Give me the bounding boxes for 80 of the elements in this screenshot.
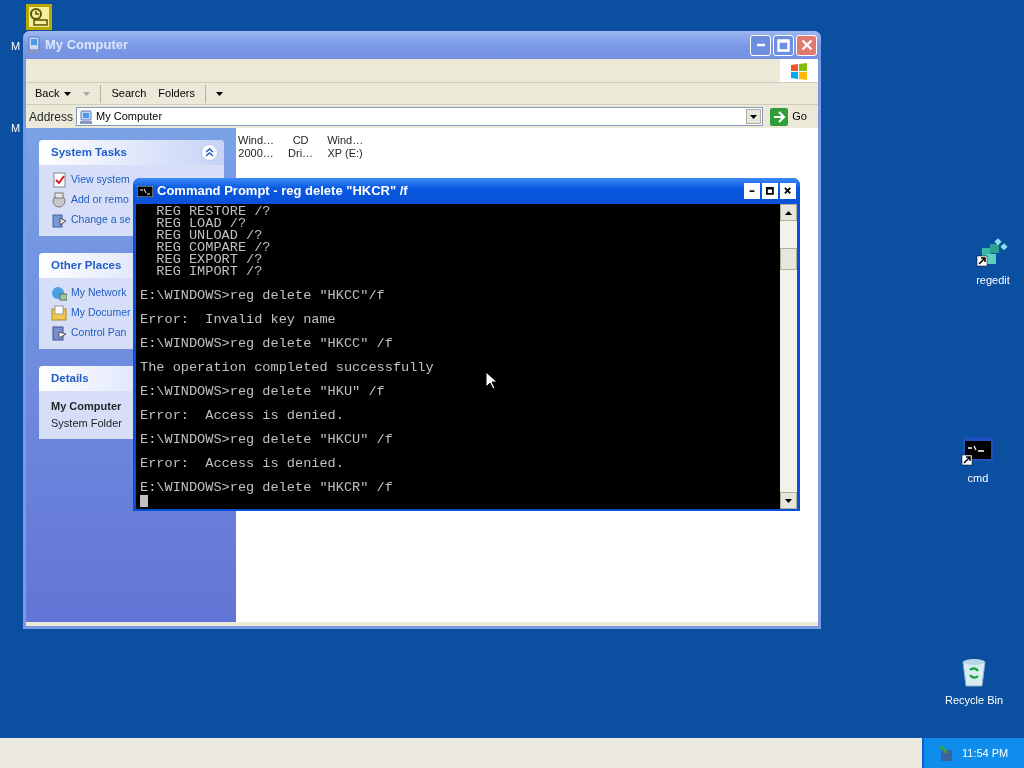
- disc-icon: [51, 192, 67, 208]
- caret-icon: [83, 91, 91, 96]
- console-icon[interactable]: [961, 434, 995, 466]
- network-icon: [51, 285, 67, 301]
- scroll-up-button[interactable]: [780, 204, 797, 221]
- computer-icon: [79, 109, 94, 124]
- console-line: Error: Access is denied.: [140, 458, 344, 470]
- console-line: Error: Invalid key name: [140, 314, 336, 326]
- console-line: REG EXPORT /?: [155, 254, 263, 266]
- pointer-icon: [485, 371, 497, 390]
- down-arrow-icon: [785, 498, 792, 503]
- console-line: REG COMPARE /?: [155, 242, 271, 254]
- icon-label[interactable]: cmd: [967, 470, 989, 487]
- console-line: REG UNLOAD /?: [155, 230, 263, 242]
- window-title: Command Prompt - reg delete "HKCR" /f: [157, 182, 409, 201]
- drive-label[interactable]: Wind… XP (E:): [327, 134, 364, 160]
- scroll-thumb[interactable]: [780, 248, 797, 270]
- minimize-button[interactable]: [744, 183, 760, 199]
- minimize-icon: [755, 43, 766, 47]
- caret-icon: [216, 91, 223, 96]
- task-link[interactable]: Change a se: [51, 212, 131, 228]
- panel-title: System Tasks: [51, 144, 127, 160]
- console-line: The operation completed successfully: [140, 362, 434, 374]
- go-button[interactable]: Go: [766, 107, 815, 126]
- console-icon: [137, 185, 153, 197]
- address-field[interactable]: My Computer: [76, 107, 764, 126]
- console-line: REG LOAD /?: [155, 218, 247, 230]
- arrow-icon: [770, 107, 789, 126]
- chevron-icon: [205, 148, 214, 157]
- console-line: REG IMPORT /?: [155, 266, 263, 278]
- dropdown-button[interactable]: [746, 109, 762, 124]
- computer-icon: [27, 36, 41, 54]
- panel-title: Other Places: [51, 257, 122, 273]
- clock-icon[interactable]: [26, 4, 52, 30]
- document-check-icon: [51, 172, 67, 188]
- toolbar-button[interactable]: Folders: [153, 83, 200, 104]
- icon-label: M: [11, 121, 21, 136]
- scroll-down-button[interactable]: [780, 492, 797, 509]
- maximize-icon: [766, 187, 774, 195]
- console-line: E:\WINDOWS>reg delete "HKCR" /f: [140, 482, 393, 494]
- console-line: Error: Access is denied.: [140, 410, 344, 422]
- caret-icon: [750, 114, 758, 119]
- windows-logo-icon: [789, 61, 809, 80]
- task-link[interactable]: Control Pan: [51, 325, 127, 341]
- console-line: REG RESTORE /?: [155, 206, 271, 218]
- panel-icon: [51, 212, 67, 228]
- address-label: Address: [29, 108, 74, 126]
- caret-icon: [64, 91, 72, 96]
- drive-label[interactable]: CD Dri…: [288, 134, 314, 160]
- icon-label: M: [11, 39, 21, 54]
- detail-type: System Folder: [51, 415, 122, 431]
- maximize-icon: [777, 38, 790, 52]
- detail-name: My Computer: [51, 399, 122, 414]
- up-arrow-icon: [785, 210, 792, 215]
- minimize-icon: [749, 189, 755, 193]
- close-icon: [784, 187, 792, 195]
- close-button[interactable]: [780, 183, 796, 199]
- clock: 11:54 PM: [962, 745, 1009, 761]
- scrollbar[interactable]: [780, 204, 797, 509]
- icon-label[interactable]: regedit: [976, 272, 1010, 289]
- panel-title: Details: [51, 370, 89, 386]
- console-line: E:\WINDOWS>reg delete "HKCC"/f: [140, 290, 385, 302]
- collapse-button[interactable]: [201, 144, 218, 161]
- console-line: E:\WINDOWS>reg delete "HKCU" /f: [140, 434, 393, 446]
- drive-label[interactable]: Wind… 2000…: [238, 134, 275, 160]
- control-panel-icon: [51, 325, 67, 341]
- console-line: E:\WINDOWS>reg delete "HKCC" /f: [140, 338, 393, 350]
- console-line: E:\WINDOWS>reg delete "HKU" /f: [140, 386, 385, 398]
- icon-label[interactable]: Recycle Bin: [944, 692, 1004, 709]
- text-cursor: [140, 495, 148, 507]
- toolbar-button[interactable]: Search: [106, 83, 152, 104]
- close-icon: [800, 39, 813, 51]
- folder-icon: [51, 305, 67, 321]
- task-link[interactable]: Add or remo: [51, 192, 129, 208]
- window-title: My Computer: [45, 36, 130, 55]
- maximize-button[interactable]: [762, 183, 778, 199]
- task-link[interactable]: My Documer: [51, 305, 131, 321]
- task-link[interactable]: View system: [51, 172, 130, 188]
- task-link[interactable]: My Network: [51, 285, 127, 301]
- back-button[interactable]: Back: [30, 83, 77, 104]
